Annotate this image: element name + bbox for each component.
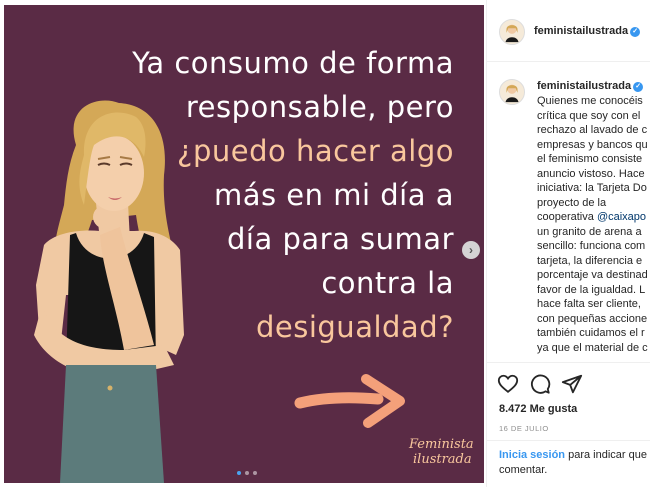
caption-line: iniciativa: la Tarjeta Do — [537, 182, 647, 194]
caption-line: un granito de arena a — [537, 225, 642, 238]
comment-icon[interactable] — [529, 373, 551, 395]
caption-line: porcentaje va destinad — [537, 269, 648, 281]
caption-line: con pequeñas accione — [537, 312, 648, 325]
caption-line: hace falta ser cliente, — [537, 298, 641, 310]
login-prompt: Inicia sesión para indicar que comentar. — [487, 440, 650, 487]
post-image[interactable]: Ya consumo de forma responsable, pero ¿pue… — [4, 5, 484, 483]
share-icon[interactable] — [561, 373, 583, 395]
caption-line: también cuidamos el r — [537, 327, 645, 339]
quote-line: Ya consumo de forma — [132, 46, 454, 80]
post-date[interactable]: 16 DE JULIO — [499, 424, 549, 433]
caption-line: el feminismo consiste — [537, 153, 643, 165]
mention-link[interactable]: @caixapo — [597, 211, 646, 223]
instagram-post-window: Ya consumo de forma responsable, pero ¿pue… — [0, 0, 650, 487]
verified-badge-icon: ✓ — [633, 82, 644, 92]
verified-badge-icon: ✓ — [630, 27, 641, 37]
post-quote: Ya consumo de forma responsable, pero ¿pue… — [124, 41, 454, 349]
caption-line: crítica que soy con el — [537, 109, 641, 122]
caption-line: empresas y bancos qu — [537, 138, 648, 151]
post-actions: 8.472 Me gusta 16 DE JULIO — [487, 362, 650, 450]
caption-line: favor de la igualdad. L — [537, 283, 646, 296]
caption-area: feministailustrada ✓ Quienes me conocéis c… — [487, 62, 650, 362]
likes-count[interactable]: 8.472 Me gusta — [499, 403, 577, 415]
brand-line-2: ilustrada — [413, 452, 472, 467]
quote-line: contra la — [321, 266, 454, 300]
carousel-dot — [237, 471, 241, 475]
caption-avatar[interactable] — [499, 79, 525, 105]
caption-text: Quienes me conocéis crítica que soy con e… — [537, 94, 650, 355]
header-username[interactable]: feministailustrada ✓ — [534, 25, 641, 37]
caption-line: tarjeta, la diferencia e — [537, 254, 643, 267]
heart-icon[interactable] — [497, 373, 519, 395]
caption-username-text[interactable]: feministailustrada — [537, 80, 631, 92]
quote-line: día para sumar — [227, 222, 454, 256]
caption-line: cooperativa @caixapo — [537, 211, 647, 223]
login-text: para indicar que — [565, 449, 647, 461]
avatar[interactable] — [499, 19, 525, 45]
chevron-right-icon[interactable]: › — [462, 241, 480, 259]
caption-line: rechazo al lavado de c — [537, 124, 648, 136]
carousel-dot — [253, 471, 257, 475]
caption-line: ya que el material de c — [537, 341, 648, 354]
carousel-indicator — [237, 471, 257, 475]
quote-line: ¿puedo hacer algo — [177, 134, 454, 168]
caption-line: sencillo: funciona com — [537, 240, 646, 252]
caption-line: proyecto de la — [537, 196, 607, 209]
brand-line-1: Feminista — [409, 437, 474, 452]
caption-username[interactable]: feministailustrada ✓ — [537, 80, 644, 92]
caption-line: anuncio vistoso. Hace — [537, 167, 645, 180]
post-header: feministailustrada ✓ — [487, 0, 650, 62]
caption-line: Quienes me conocéis — [537, 95, 643, 107]
quote-line: responsable, pero — [185, 90, 454, 124]
quote-line: desigualdad? — [255, 310, 454, 344]
brand-signature: Feminista ilustrada — [409, 437, 479, 467]
login-text-line2: comentar. — [499, 464, 548, 476]
post-sidebar: feministailustrada ✓ feministailustrada ✓ … — [486, 0, 650, 487]
quote-line: más en mi día a — [213, 178, 454, 212]
username-text[interactable]: feministailustrada — [534, 25, 628, 37]
login-link[interactable]: Inicia sesión — [499, 449, 565, 461]
carousel-dot — [245, 471, 249, 475]
